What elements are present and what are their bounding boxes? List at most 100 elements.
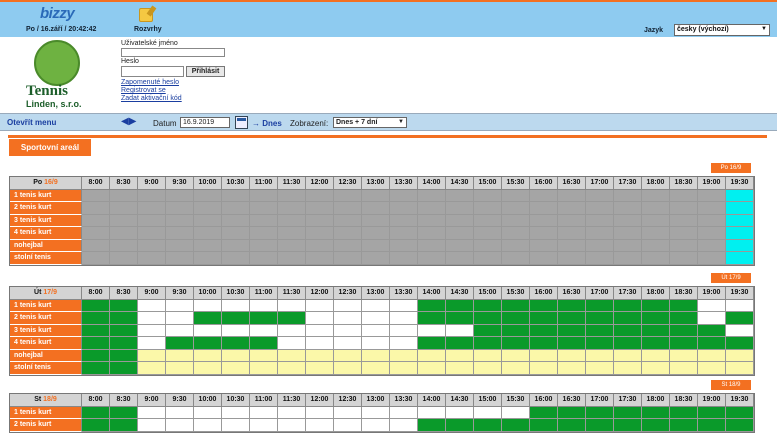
time-slot[interactable] [586, 362, 614, 375]
time-slot[interactable] [278, 337, 306, 350]
time-slot[interactable] [390, 312, 418, 325]
time-slot[interactable] [138, 406, 166, 419]
time-slot[interactable] [334, 312, 362, 325]
language-select[interactable]: česky (výchozí) ▼ [674, 24, 770, 36]
tab-sports-area[interactable]: Sportovní areál [9, 139, 91, 156]
time-slot[interactable] [390, 419, 418, 432]
time-slot[interactable] [278, 406, 306, 419]
time-slot[interactable] [390, 349, 418, 362]
next-arrow-icon[interactable]: ▶ [129, 116, 137, 127]
time-slot[interactable] [698, 312, 726, 325]
time-slot[interactable] [278, 299, 306, 312]
time-slot[interactable] [222, 419, 250, 432]
time-slot[interactable] [530, 362, 558, 375]
time-slot[interactable] [390, 299, 418, 312]
time-slot[interactable] [278, 324, 306, 337]
time-slot[interactable] [362, 337, 390, 350]
schedules-link[interactable]: Rozvrhy [134, 26, 162, 33]
time-slot[interactable] [306, 406, 334, 419]
time-slot[interactable] [138, 312, 166, 325]
login-button[interactable]: Přihlásit [186, 66, 225, 77]
time-slot[interactable] [558, 349, 586, 362]
time-slot[interactable] [474, 362, 502, 375]
time-slot[interactable] [250, 324, 278, 337]
time-slot[interactable] [194, 419, 222, 432]
time-slot[interactable] [250, 299, 278, 312]
time-slot[interactable] [334, 349, 362, 362]
time-slot[interactable] [362, 349, 390, 362]
time-slot[interactable] [194, 299, 222, 312]
time-slot[interactable] [334, 324, 362, 337]
time-slot[interactable] [306, 349, 334, 362]
today-button[interactable]: → Dnes [252, 119, 282, 128]
time-slot[interactable] [502, 362, 530, 375]
time-slot[interactable] [334, 337, 362, 350]
time-slot[interactable] [138, 419, 166, 432]
time-slot[interactable] [306, 337, 334, 350]
time-slot[interactable] [698, 299, 726, 312]
time-slot[interactable] [334, 299, 362, 312]
time-slot[interactable] [138, 324, 166, 337]
time-slot[interactable] [334, 419, 362, 432]
time-slot[interactable] [334, 406, 362, 419]
time-slot[interactable] [418, 324, 446, 337]
time-slot[interactable] [166, 312, 194, 325]
time-slot[interactable] [726, 349, 754, 362]
username-input[interactable] [121, 48, 225, 57]
time-slot[interactable] [250, 349, 278, 362]
time-slot[interactable] [726, 299, 754, 312]
time-slot[interactable] [362, 362, 390, 375]
time-slot[interactable] [390, 406, 418, 419]
time-slot[interactable] [362, 419, 390, 432]
time-slot[interactable] [138, 362, 166, 375]
password-input[interactable] [121, 66, 184, 77]
time-slot[interactable] [502, 406, 530, 419]
time-slot[interactable] [390, 362, 418, 375]
time-slot[interactable] [250, 419, 278, 432]
time-slot[interactable] [306, 419, 334, 432]
time-slot[interactable] [362, 406, 390, 419]
schedule-icon[interactable] [139, 8, 153, 22]
time-slot[interactable] [446, 406, 474, 419]
time-slot[interactable] [306, 362, 334, 375]
time-slot[interactable] [558, 362, 586, 375]
time-slot[interactable] [194, 362, 222, 375]
time-slot[interactable] [278, 419, 306, 432]
time-slot[interactable] [446, 362, 474, 375]
time-slot[interactable] [166, 362, 194, 375]
time-slot[interactable] [726, 324, 754, 337]
time-slot[interactable] [138, 349, 166, 362]
time-slot[interactable] [614, 362, 642, 375]
time-slot[interactable] [446, 324, 474, 337]
time-slot[interactable] [250, 406, 278, 419]
time-slot[interactable] [530, 349, 558, 362]
time-slot[interactable] [166, 406, 194, 419]
time-slot[interactable] [418, 349, 446, 362]
time-slot[interactable] [194, 349, 222, 362]
forgot-password-link[interactable]: Zapomenuté heslo [121, 79, 179, 86]
time-slot[interactable] [222, 362, 250, 375]
time-slot[interactable] [306, 299, 334, 312]
open-menu-button[interactable]: Otevřít menu [7, 118, 56, 127]
time-slot[interactable] [278, 362, 306, 375]
time-slot[interactable] [362, 299, 390, 312]
time-slot[interactable] [474, 349, 502, 362]
time-slot[interactable] [390, 337, 418, 350]
time-slot[interactable] [166, 349, 194, 362]
time-slot[interactable] [614, 349, 642, 362]
date-input[interactable]: 16.9.2019 [180, 117, 230, 128]
time-slot[interactable] [250, 362, 278, 375]
time-slot[interactable] [698, 362, 726, 375]
time-slot[interactable] [306, 312, 334, 325]
time-slot[interactable] [418, 362, 446, 375]
time-slot[interactable] [642, 349, 670, 362]
time-slot[interactable] [138, 299, 166, 312]
time-slot[interactable] [698, 349, 726, 362]
time-slot[interactable] [390, 324, 418, 337]
time-slot[interactable] [362, 324, 390, 337]
brand-logo[interactable]: bizzy [40, 5, 75, 22]
time-slot[interactable] [726, 362, 754, 375]
time-slot[interactable] [222, 406, 250, 419]
time-slot[interactable] [194, 324, 222, 337]
time-slot[interactable] [194, 406, 222, 419]
